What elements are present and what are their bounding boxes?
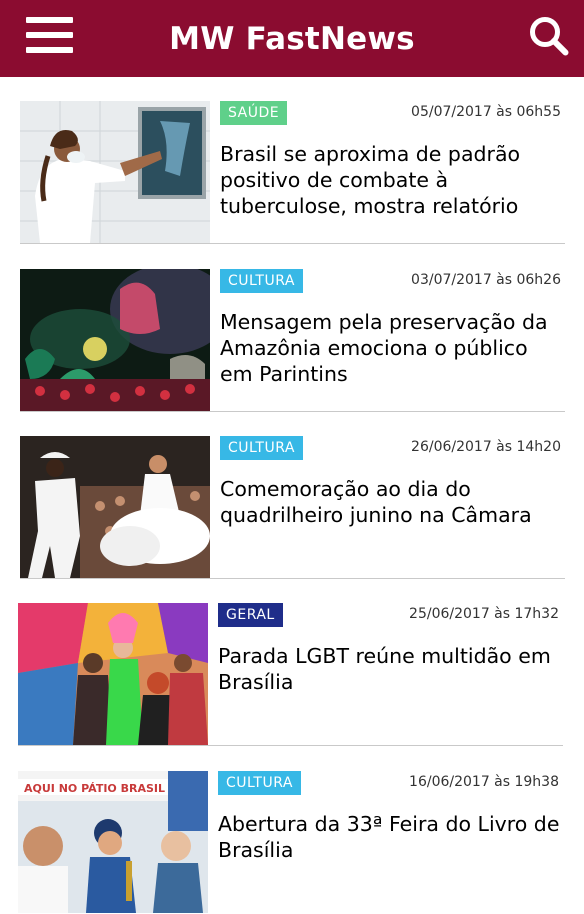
category-badge[interactable]: SAÚDE <box>220 101 288 125</box>
article-headline[interactable]: Brasil se aproxima de padrão positivo de… <box>220 141 565 219</box>
app-header: MW FastNews <box>0 0 584 77</box>
article-headline[interactable]: Abertura da 33ª Feira do Livro de Brasíl… <box>218 811 563 863</box>
article-date: 16/06/2017 às 19h38 <box>409 774 559 790</box>
news-item[interactable]: CULTURA 03/07/2017 às 06h26 Mensagem pel… <box>20 245 565 412</box>
article-date: 03/07/2017 às 06h26 <box>411 272 561 288</box>
divider <box>18 745 563 746</box>
article-thumbnail[interactable] <box>20 101 210 243</box>
article-date: 25/06/2017 às 17h32 <box>409 606 559 622</box>
category-badge[interactable]: CULTURA <box>220 269 303 293</box>
hamburger-menu-icon[interactable] <box>26 15 73 55</box>
divider <box>20 243 565 244</box>
app-title: MW FastNews <box>169 20 415 57</box>
category-badge[interactable]: CULTURA <box>220 436 303 460</box>
article-date: 05/07/2017 às 06h55 <box>411 104 561 120</box>
menu-bar <box>26 17 73 23</box>
news-item[interactable]: CULTURA 26/06/2017 às 14h20 Comemoração … <box>20 412 565 579</box>
category-badge[interactable]: GERAL <box>218 603 283 627</box>
news-item[interactable]: SAÚDE 05/07/2017 às 06h55 Brasil se apro… <box>20 77 565 244</box>
news-item[interactable]: GERAL 25/06/2017 às 17h32 Parada LGBT re… <box>18 579 563 746</box>
menu-bar <box>26 32 73 38</box>
svg-text:AQUI NO PÁTIO BRASIL: AQUI NO PÁTIO BRASIL <box>24 782 165 795</box>
news-item[interactable]: AQUI NO PÁTIO BRASIL CULTURA 16/06/2017 … <box>18 747 563 914</box>
article-headline[interactable]: Mensagem pela preservação da Amazônia em… <box>220 309 565 387</box>
category-badge[interactable]: CULTURA <box>218 771 301 795</box>
article-thumbnail[interactable] <box>20 269 210 411</box>
search-icon[interactable] <box>527 15 571 59</box>
article-thumbnail[interactable]: AQUI NO PÁTIO BRASIL <box>18 771 208 913</box>
article-headline[interactable]: Comemoração ao dia do quadrilheiro junin… <box>220 476 565 528</box>
article-thumbnail[interactable] <box>20 436 210 578</box>
menu-bar <box>26 47 73 53</box>
article-headline[interactable]: Parada LGBT reúne multidão em Brasília <box>218 643 563 695</box>
article-thumbnail[interactable] <box>18 603 208 745</box>
article-date: 26/06/2017 às 14h20 <box>411 439 561 455</box>
